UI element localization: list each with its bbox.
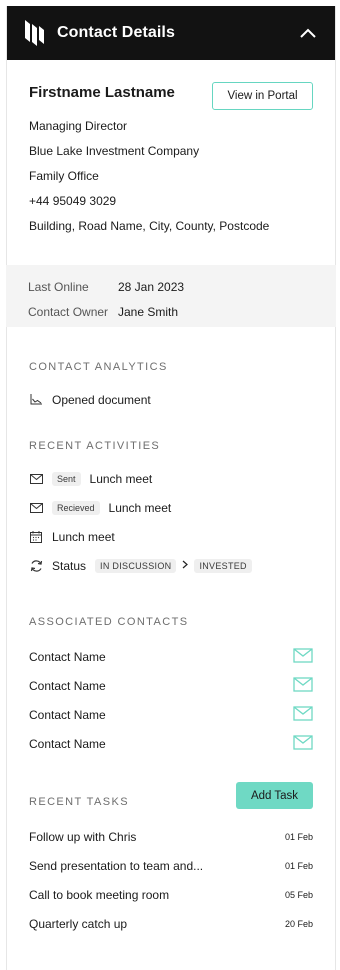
mail-icon (29, 501, 43, 515)
contact-owner-value: Jane Smith (118, 305, 179, 319)
contact-phone: +44 95049 3029 (29, 194, 117, 208)
associated-contact-row[interactable]: Contact Name (7, 671, 335, 700)
panel-header: Contact Details (7, 6, 335, 60)
activity-item[interactable]: Sent Lunch meet (7, 464, 335, 493)
mail-icon[interactable] (293, 734, 313, 753)
activity-badge: Recieved (52, 500, 100, 515)
contact-analytics-title: CONTACT ANALYTICS (29, 361, 168, 373)
analytics-item[interactable]: Opened document (7, 385, 335, 414)
mail-icon (29, 472, 43, 486)
contact-meta: Last Online 28 Jan 2023 Contact Owner Ja… (6, 265, 336, 327)
activity-item[interactable]: Recieved Lunch meet (7, 493, 335, 522)
task-row[interactable]: Send presentation to team and... 01 Feb (7, 851, 335, 880)
task-date: 01 Feb (284, 831, 313, 842)
last-online-label: Last Online (28, 280, 89, 294)
status-row: Status IN DISCUSSION INVESTED (7, 551, 335, 580)
activity-label: Lunch meet (89, 471, 153, 486)
task-row[interactable]: Call to book meeting room 05 Feb (7, 880, 335, 909)
associated-contact-name: Contact Name (29, 707, 106, 722)
task-label: Call to book meeting room (29, 887, 170, 902)
status-label: Status (52, 558, 87, 573)
panel-title: Contact Details (57, 24, 175, 41)
associated-contact-row[interactable]: Contact Name (7, 729, 335, 758)
activity-label: Lunch meet (108, 500, 172, 515)
contact-details-panel: Contact Details Firstname Lastname View … (6, 6, 336, 970)
associated-contact-name: Contact Name (29, 736, 106, 751)
task-date: 05 Feb (284, 889, 313, 900)
view-in-portal-button[interactable]: View in Portal (212, 82, 313, 110)
add-task-button[interactable]: Add Task (236, 782, 313, 809)
task-date: 20 Feb (284, 918, 313, 929)
activity-label: Lunch meet (52, 529, 115, 544)
associated-contact-row[interactable]: Contact Name (7, 642, 335, 671)
activity-item[interactable]: Lunch meet (7, 522, 335, 551)
chevron-right-icon (182, 560, 189, 572)
associated-contact-name: Contact Name (29, 649, 106, 664)
task-label: Follow up with Chris (29, 829, 137, 844)
chevron-up-icon[interactable] (297, 22, 319, 44)
associated-contact-row[interactable]: Contact Name (7, 700, 335, 729)
task-label: Quarterly catch up (29, 916, 128, 931)
brand-logo-icon (23, 18, 45, 48)
profile-section: Firstname Lastname View in Portal Managi… (7, 60, 335, 265)
contact-address: Building, Road Name, City, County, Postc… (29, 219, 270, 233)
recent-activities-title: RECENT ACTIVITIES (29, 440, 161, 452)
contact-owner-label: Contact Owner (28, 305, 109, 319)
analytics-item-label: Opened document (52, 392, 151, 407)
contact-role: Managing Director (29, 119, 128, 133)
task-label: Send presentation to team and... (29, 858, 204, 873)
activity-badge: Sent (52, 471, 81, 486)
contact-company: Blue Lake Investment Company (29, 144, 200, 158)
mail-icon[interactable] (293, 705, 313, 724)
contact-type: Family Office (29, 169, 99, 183)
last-online-value: 28 Jan 2023 (118, 280, 185, 294)
chart-icon (29, 393, 43, 407)
refresh-icon (29, 559, 43, 573)
task-date: 01 Feb (284, 860, 313, 871)
associated-contact-name: Contact Name (29, 678, 106, 693)
task-row[interactable]: Follow up with Chris 01 Feb (7, 822, 335, 851)
mail-icon[interactable] (293, 676, 313, 695)
associated-contacts-title: ASSOCIATED CONTACTS (29, 616, 189, 628)
task-row[interactable]: Quarterly catch up 20 Feb (7, 909, 335, 938)
status-from-badge: IN DISCUSSION (95, 558, 177, 573)
mail-icon[interactable] (293, 647, 313, 666)
calendar-icon (29, 530, 43, 544)
status-to-badge: INVESTED (194, 558, 252, 573)
